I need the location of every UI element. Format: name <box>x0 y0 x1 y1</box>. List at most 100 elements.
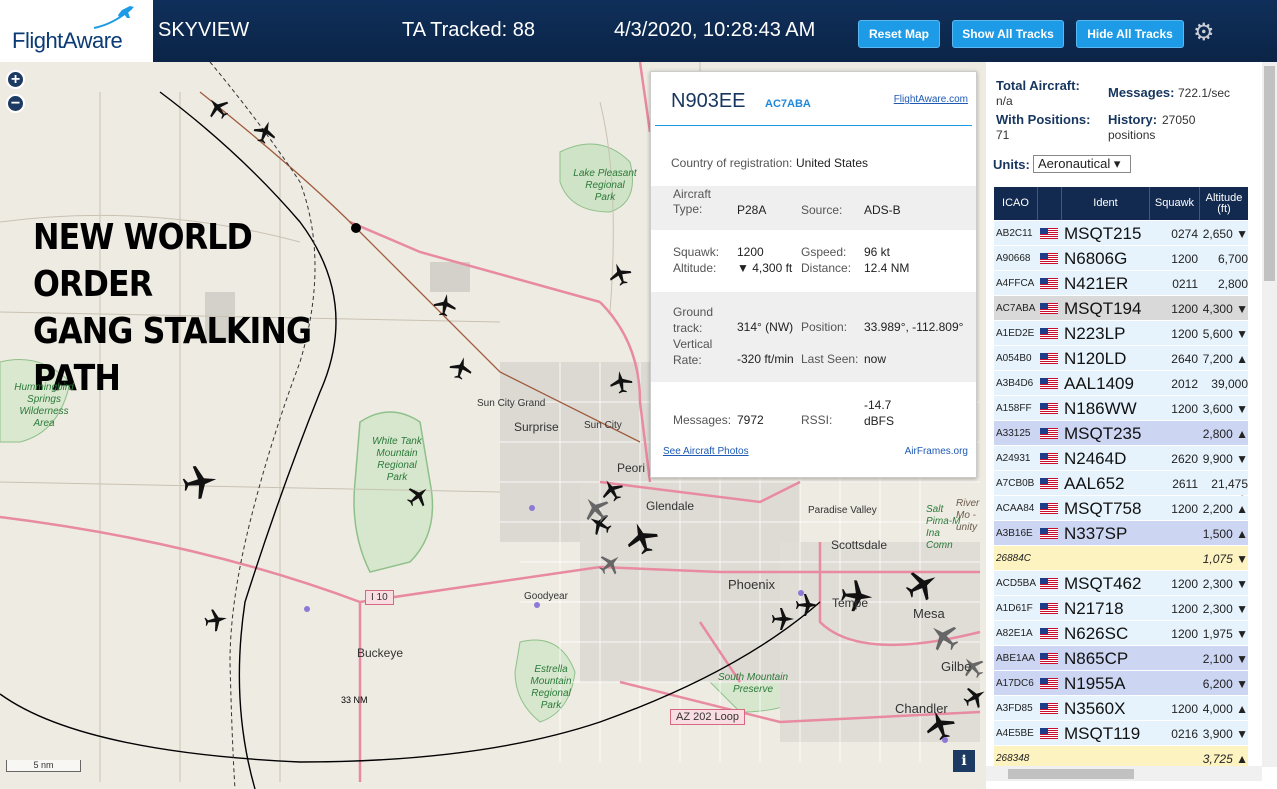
airframes-link[interactable]: AirFrames.org <box>905 446 968 457</box>
history-value: 27050 positions <box>1108 113 1196 142</box>
row-squawk: 2620 <box>1171 452 1198 466</box>
squawk-label: Squawk: <box>673 245 720 259</box>
row-altitude: 1,975 ▼ <box>1202 627 1248 641</box>
col-altitude[interactable]: Altitude (ft) <box>1200 187 1248 220</box>
us-flag-icon <box>1040 278 1058 289</box>
messages-label: Messages: <box>1108 85 1175 100</box>
row-ident: N3560X <box>1064 699 1126 718</box>
annotation-line: NEW WORLD <box>33 217 253 258</box>
table-row[interactable]: A4FFCA N421ER 0211 2,800 <box>994 271 1248 296</box>
col-icao[interactable]: ICAO <box>994 187 1038 220</box>
source-value: ADS-B <box>864 203 901 217</box>
table-row[interactable]: A054B0 N120LD 2640 7,200 ▲ <box>994 346 1248 371</box>
row-ident: N2464D <box>1064 449 1127 468</box>
aircraft-photos-link[interactable]: See Aircraft Photos <box>663 446 749 457</box>
gear-icon[interactable]: ⚙ <box>1193 18 1215 47</box>
distance-value: 12.4 NM <box>864 261 910 275</box>
row-squawk: 1200 <box>1171 627 1198 641</box>
us-flag-icon <box>1040 253 1058 264</box>
row-ident: N865CP <box>1064 649 1129 668</box>
us-flag-icon <box>1040 378 1058 389</box>
aircraft-icao: AC7ABA <box>765 98 811 110</box>
place-label: Mesa <box>913 606 945 621</box>
table-row[interactable]: A1ED2E N223LP 1200 5,600 ▼ <box>994 321 1248 346</box>
units-select[interactable]: Aeronautical ▾ <box>1033 155 1131 173</box>
table-row[interactable]: A158FF N186WW 1200 3,600 ▼ <box>994 396 1248 421</box>
park-label: River Mo - unity <box>956 498 980 533</box>
table-row[interactable]: A24931 N2464D 2620 9,900 ▼ <box>994 446 1248 471</box>
place-label: Surprise <box>514 420 559 434</box>
row-icao: A90668 <box>996 253 1031 264</box>
zoom-in-button[interactable]: + <box>6 70 25 89</box>
scroll-thumb[interactable] <box>1008 769 1134 779</box>
place-label: Gilbe <box>941 659 972 674</box>
zoom-out-button[interactable]: − <box>6 94 25 113</box>
with-positions-label: With Positions: <box>996 112 1091 127</box>
position-value: 33.989°, -112.809° <box>864 320 964 334</box>
squawk-row: Squawk: 1200 Gspeed: 96 kt Altitude: ▼ 4… <box>651 244 976 284</box>
us-flag-icon <box>1040 503 1058 514</box>
aircraft-panel: Total Aircraft: n/a With Positions: 71 M… <box>986 62 1277 789</box>
table-row[interactable]: A7CB0BAAL652261121,475 ▲ <box>994 471 1248 505</box>
table-row[interactable]: ACD5BA MSQT462 1200 2,300 ▼ <box>994 571 1248 596</box>
clock: 4/3/2020, 10:28:43 AM <box>614 19 816 41</box>
divider <box>655 125 972 126</box>
table-row[interactable]: AB2C11 MSQT215 0274 2,650 ▼ <box>994 221 1248 246</box>
us-flag-icon <box>1040 228 1058 239</box>
table-row[interactable]: A90668 N6806G 1200 6,700 <box>994 246 1248 271</box>
table-row[interactable]: ABE1AA N865CP 2,100 ▼ <box>994 646 1248 671</box>
logo[interactable]: FlightAware <box>0 0 153 62</box>
hide-all-tracks-button[interactable]: Hide All Tracks <box>1076 20 1184 48</box>
altitude-label: Altitude: <box>673 261 717 275</box>
tracked-count: TA Tracked: 88 <box>402 19 536 41</box>
us-flag-icon <box>1040 478 1058 489</box>
scroll-thumb[interactable] <box>1264 66 1275 281</box>
col-flag[interactable] <box>1038 187 1062 220</box>
table-row[interactable]: ACAA84 MSQT758 1200 2,200 ▲ <box>994 496 1248 521</box>
messages-label: Messages: <box>673 413 732 427</box>
row-icao: ABE1AA <box>996 653 1035 664</box>
show-all-tracks-button[interactable]: Show All Tracks <box>952 20 1064 48</box>
table-row[interactable]: A17DC6 N1955A 6,200 ▼ <box>994 671 1248 696</box>
table-row[interactable]: 26884C 1,075 ▼ <box>994 546 1248 571</box>
vertical-scrollbar[interactable] <box>1262 62 1277 767</box>
us-flag-icon <box>1040 703 1058 714</box>
with-positions-value: 71 <box>996 128 1010 142</box>
row-icao: ACAA84 <box>996 503 1035 514</box>
row-icao: A4FFCA <box>996 278 1035 289</box>
col-ident[interactable]: Ident <box>1062 187 1150 220</box>
map-annotation: NEW WORLD ORDER GANG STALKING PATH <box>33 214 312 402</box>
flightaware-link[interactable]: FlightAware.com <box>894 94 968 105</box>
reset-map-button[interactable]: Reset Map <box>858 20 940 48</box>
country-row: Country of registration: United States <box>651 156 976 176</box>
table-row[interactable]: A3B16E N337SP 1,500 ▲ <box>994 521 1248 546</box>
row-ident: N6806G <box>1064 249 1128 268</box>
park-label: White Tank Mountain Regional Park <box>372 436 422 483</box>
row-altitude: 39,000 <box>1211 377 1248 391</box>
row-altitude: 6,200 ▼ <box>1202 677 1248 691</box>
aircraft-registration: N903EE <box>671 90 746 112</box>
table-row[interactable]: A82E1A N626SC 1200 1,975 ▼ <box>994 621 1248 646</box>
table-row[interactable]: A3FD85 N3560X 1200 4,000 ▲ <box>994 696 1248 721</box>
row-icao: A158FF <box>996 403 1032 414</box>
table-row[interactable]: A33125 MSQT235 2,800 ▲ <box>994 421 1248 446</box>
annotation-line: ORDER <box>33 264 153 305</box>
row-icao: A3B4D6 <box>996 378 1034 389</box>
table-row[interactable]: A3B4D6 AAL1409 2012 39,000 <box>994 371 1248 396</box>
row-icao: AC7ABA <box>996 303 1036 314</box>
row-ident: MSQT119 <box>1064 724 1141 743</box>
row-altitude: 1,500 ▲ <box>1202 527 1248 541</box>
table-row[interactable]: AC7ABA MSQT194 1200 4,300 ▼ <box>994 296 1248 321</box>
row-altitude: 5,600 ▼ <box>1202 327 1248 341</box>
row-icao: A33125 <box>996 428 1031 439</box>
row-icao: A82E1A <box>996 628 1033 639</box>
col-squawk[interactable]: Squawk <box>1150 187 1200 220</box>
row-ident: N337SP <box>1064 524 1128 543</box>
info-button[interactable]: i <box>953 750 975 772</box>
row-altitude: 4,300 ▼ <box>1202 302 1248 316</box>
annotation-line: GANG STALKING <box>33 311 312 352</box>
horizontal-scrollbar[interactable] <box>986 766 1262 781</box>
position-label: Position: <box>801 320 848 334</box>
table-row[interactable]: A1D61F N21718 1200 2,300 ▼ <box>994 596 1248 621</box>
table-row[interactable]: A4E5BE MSQT119 0216 3,900 ▼ <box>994 721 1248 746</box>
